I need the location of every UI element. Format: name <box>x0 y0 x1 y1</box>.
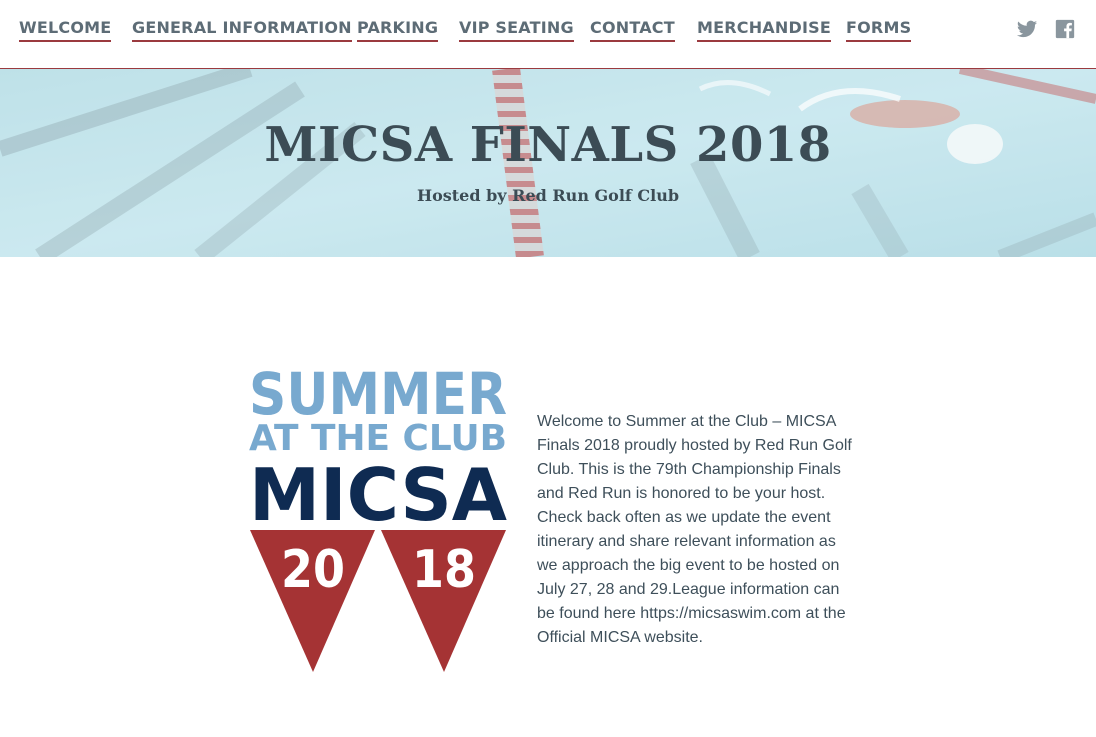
nav-contact[interactable]: CONTACT <box>590 19 675 42</box>
facebook-icon[interactable] <box>1054 18 1076 40</box>
logo-year-left: 20 <box>281 540 345 600</box>
logo-line-micsa: MICSA <box>249 453 507 537</box>
hero-banner: MICSA FINALS 2018 Hosted by Red Run Golf… <box>0 69 1096 257</box>
page-title: MICSA FINALS 2018 <box>264 117 832 173</box>
nav-welcome[interactable]: WELCOME <box>19 19 112 42</box>
page-subtitle: Hosted by Red Run Golf Club <box>416 186 680 205</box>
nav-general-information[interactable]: GENERAL INFORMATION <box>132 19 352 42</box>
summer-at-the-club-logo: SUMMER AT THE CLUB MICSA 20 18 <box>249 362 507 672</box>
logo-year-right: 18 <box>412 540 476 600</box>
twitter-icon[interactable] <box>1016 18 1038 40</box>
nav-parking[interactable]: PARKING <box>357 19 439 42</box>
nav-merchandise[interactable]: MERCHANDISE <box>697 19 831 42</box>
nav-forms[interactable]: FORMS <box>846 19 912 42</box>
top-nav: WELCOME GENERAL INFORMATION PARKING VIP … <box>0 0 1096 69</box>
welcome-paragraph: Welcome to Summer at the Club – MICSA Fi… <box>537 413 852 646</box>
nav-vip-seating[interactable]: VIP SEATING <box>459 19 574 42</box>
